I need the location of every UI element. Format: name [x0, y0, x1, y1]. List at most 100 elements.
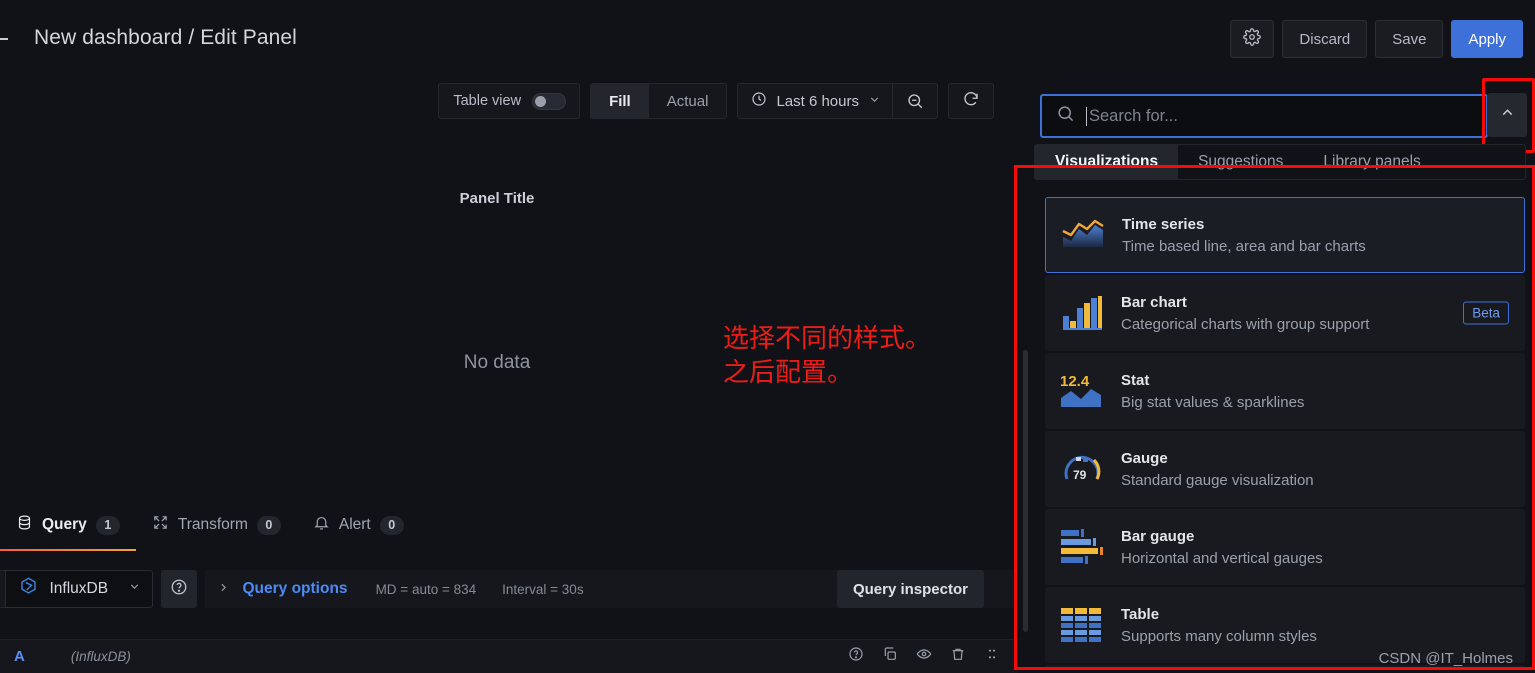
database-icon [16, 514, 33, 536]
query-options-button[interactable]: Query options [242, 580, 347, 598]
eye-icon[interactable] [916, 646, 932, 667]
viz-search-row: Search for... [1040, 88, 1535, 144]
tab-visualizations[interactable]: Visualizations [1035, 145, 1179, 179]
duplicate-icon[interactable] [882, 646, 898, 667]
tab-transform-label: Transform [177, 516, 248, 533]
save-button[interactable]: Save [1375, 20, 1444, 58]
query-option-interval: Interval = 30s [502, 581, 584, 597]
timeseries-icon [1060, 212, 1106, 258]
clock-icon [751, 91, 767, 111]
table-view-toggle[interactable]: Table view [438, 83, 581, 119]
bargauge-icon [1059, 524, 1105, 570]
viz-option-text: Bar gauge Horizontal and vertical gauges [1121, 528, 1323, 567]
query-option-maxdatapoints: MD = auto = 834 [375, 581, 477, 597]
discard-button[interactable]: Discard [1282, 20, 1368, 58]
tab-transform-count: 0 [256, 515, 281, 535]
help-circle-icon [170, 578, 188, 601]
viz-option-name: Stat [1121, 371, 1150, 389]
barchart-icon [1059, 290, 1105, 336]
drag-handle-icon[interactable] [984, 646, 1000, 667]
tab-query[interactable]: Query 1 [0, 499, 136, 551]
viz-option-text: Gauge Standard gauge visualization [1121, 450, 1314, 489]
query-options-strip: Query options MD = auto = 834 Interval =… [205, 570, 1018, 608]
transform-icon [152, 514, 169, 536]
viz-option-name: Table [1121, 605, 1160, 623]
zoom-out-icon[interactable] [893, 84, 937, 118]
status-badge-beta: Beta [1463, 301, 1509, 325]
table-view-switch[interactable] [532, 92, 567, 110]
search-icon [1056, 104, 1075, 128]
query-inspector-button[interactable]: Query inspector [836, 570, 984, 608]
tab-alert-count: 0 [379, 515, 404, 535]
search-placeholder: Search for... [1089, 106, 1178, 125]
gear-icon [1243, 28, 1262, 50]
viz-option-description: Big stat values & sparklines [1121, 393, 1305, 411]
viz-option-description: Time based line, area and bar charts [1122, 237, 1366, 255]
actual-option[interactable]: Actual [649, 84, 727, 118]
collapse-picker-button[interactable] [1487, 93, 1527, 137]
viz-option-text: Bar chart Categorical charts with group … [1121, 294, 1369, 333]
svg-text:12.4: 12.4 [1060, 373, 1090, 390]
tab-transform[interactable]: Transform 0 [136, 499, 297, 551]
gauge-icon: 79 [1059, 446, 1105, 492]
chevron-right-icon[interactable] [217, 581, 230, 597]
top-header: New dashboard / Edit Panel Discard Save … [0, 0, 1535, 78]
annotation-text: 选择不同的样式。 之后配置。 [723, 324, 932, 388]
apply-button[interactable]: Apply [1451, 20, 1523, 58]
fill-actual-segmented: Fill Actual [590, 83, 728, 119]
back-arrow-icon[interactable] [0, 31, 18, 47]
viz-option-gauge[interactable]: 79 Gauge Standard gauge visualization [1045, 431, 1525, 507]
datasource-picker[interactable]: InfluxDB [5, 570, 154, 608]
chevron-down-icon [868, 93, 881, 110]
datasource-row: ta source InfluxDB [0, 561, 1018, 617]
trash-icon[interactable] [950, 646, 966, 667]
panel-preview: Panel Title No data 选择不同的样式。 之后配置。 [0, 124, 1018, 554]
chevron-up-icon [1499, 104, 1516, 126]
query-tab-bar: Query 1 Transform 0 Alert 0 [0, 499, 1018, 551]
bell-icon [313, 514, 330, 536]
search-input[interactable]: Search for... [1040, 94, 1488, 138]
tab-suggestions[interactable]: Suggestions [1178, 145, 1303, 179]
fill-option[interactable]: Fill [591, 84, 649, 118]
time-range-button[interactable]: Last 6 hours [738, 84, 892, 118]
tab-library-panels[interactable]: Library panels [1303, 145, 1440, 179]
page-title: New dashboard / Edit Panel [34, 26, 297, 49]
query-row-actions [848, 646, 1000, 667]
viz-tab-bar: Visualizations Suggestions Library panel… [1034, 144, 1526, 180]
viz-option-bar-chart[interactable]: Bar chart Categorical charts with group … [1045, 275, 1525, 351]
viz-option-name: Time series [1122, 215, 1205, 233]
viz-option-stat[interactable]: 12.4 Stat Big stat values & sparklines [1045, 353, 1525, 429]
viz-list-scrollbar[interactable] [1023, 350, 1028, 632]
header-actions: Discard Save Apply [1230, 20, 1523, 58]
viz-list: Time series Time based line, area and ba… [1045, 197, 1525, 669]
panel-toolbar: Table view Fill Actual Last 6 hours [0, 78, 1018, 124]
viz-option-description: Standard gauge visualization [1121, 471, 1314, 489]
tab-alert[interactable]: Alert 0 [297, 499, 420, 551]
refresh-button[interactable] [948, 83, 994, 119]
datasource-help-button[interactable] [161, 570, 198, 608]
viz-option-time-series[interactable]: Time series Time based line, area and ba… [1045, 197, 1525, 273]
table-icon [1059, 602, 1105, 648]
text-cursor [1086, 106, 1087, 126]
datasource-name: InfluxDB [49, 580, 109, 597]
viz-option-description: Horizontal and vertical gauges [1121, 549, 1323, 567]
query-row: A (InfluxDB) [0, 639, 1018, 673]
tab-query-count: 1 [95, 515, 120, 535]
help-circle-icon[interactable] [848, 646, 864, 667]
viz-option-text: Table Supports many column styles [1121, 606, 1317, 645]
table-view-label: Table view [453, 93, 522, 109]
svg-text:79: 79 [1073, 468, 1087, 482]
viz-option-description: Categorical charts with group support [1121, 315, 1370, 333]
influxdb-icon [18, 576, 39, 602]
viz-option-bar-gauge[interactable]: Bar gauge Horizontal and vertical gauges [1045, 509, 1525, 585]
refresh-icon [962, 90, 980, 113]
query-ref-id[interactable]: A [14, 648, 25, 665]
panel-settings-button[interactable] [1230, 20, 1275, 58]
viz-option-text: Time series Time based line, area and ba… [1122, 216, 1366, 255]
tab-query-label: Query [42, 516, 87, 533]
time-range-label: Last 6 hours [776, 92, 859, 110]
viz-option-name: Bar chart [1121, 293, 1187, 311]
panel-title: Panel Title [459, 190, 535, 207]
viz-option-name: Bar gauge [1121, 527, 1195, 545]
viz-option-name: Gauge [1121, 449, 1168, 467]
